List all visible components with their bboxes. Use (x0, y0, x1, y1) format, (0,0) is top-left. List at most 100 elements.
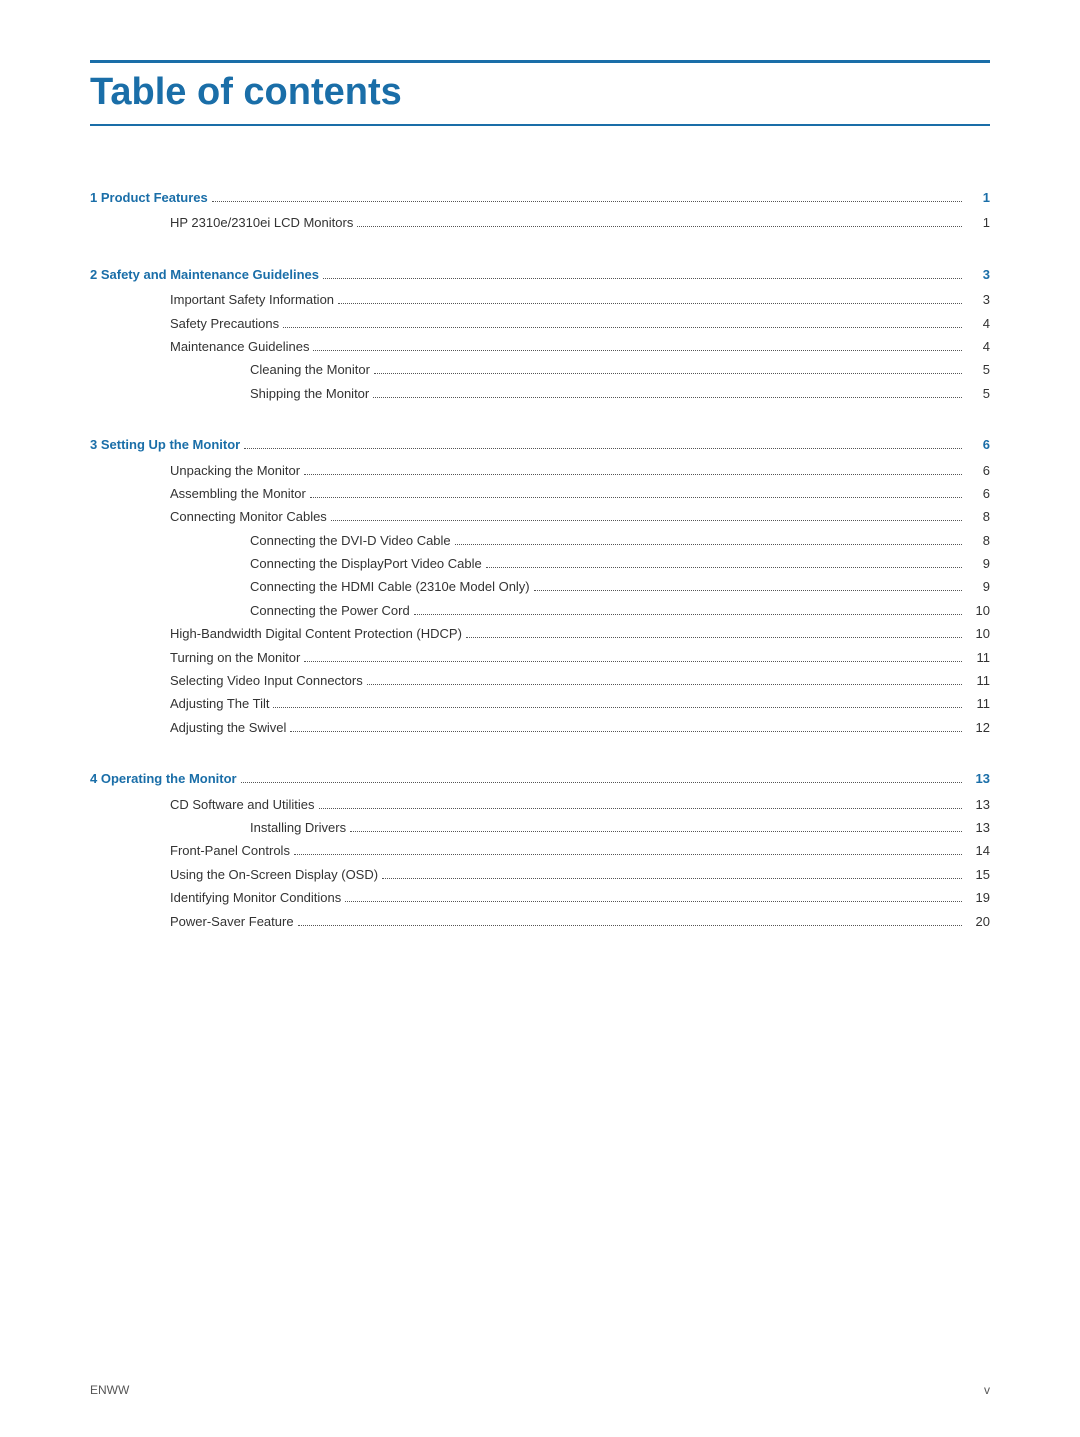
toc-entry[interactable]: Unpacking the Monitor6 (90, 459, 990, 482)
dot-leader (304, 474, 962, 475)
entry-page: 11 (966, 692, 990, 715)
entry-title: High-Bandwidth Digital Content Protectio… (170, 622, 462, 645)
entry-page: 6 (966, 433, 990, 456)
toc-entry[interactable]: Front-Panel Controls 14 (90, 839, 990, 862)
dot-leader (273, 707, 962, 708)
entry-title: 1 Product Features (90, 186, 208, 209)
entry-page: 9 (966, 552, 990, 575)
toc-container: 1 Product Features1HP 2310e/2310ei LCD M… (90, 186, 990, 933)
toc-chapter-section: 3 Setting Up the Monitor6Unpacking the M… (90, 433, 990, 739)
toc-entry[interactable]: Connecting Monitor Cables 8 (90, 505, 990, 528)
toc-entry[interactable]: 1 Product Features 1 (90, 186, 990, 209)
entry-page: 9 (966, 575, 990, 598)
entry-page: 12 (966, 716, 990, 739)
dot-leader (373, 397, 962, 398)
entry-title: Connecting the DisplayPort Video Cable (250, 552, 482, 575)
dot-leader (374, 373, 962, 374)
entry-title: Adjusting The Tilt (170, 692, 269, 715)
dot-leader (331, 520, 962, 521)
toc-entry[interactable]: Important Safety Information3 (90, 288, 990, 311)
entry-title: 3 Setting Up the Monitor (90, 433, 240, 456)
dot-leader (298, 925, 962, 926)
toc-entry[interactable]: Power-Saver Feature20 (90, 910, 990, 933)
footer-right: v (984, 1383, 990, 1397)
entry-page: 4 (966, 335, 990, 358)
toc-entry[interactable]: Selecting Video Input Connectors11 (90, 669, 990, 692)
dot-leader (290, 731, 962, 732)
dot-leader (455, 544, 962, 545)
entry-page: 11 (966, 646, 990, 669)
entry-page: 8 (966, 529, 990, 552)
toc-entry[interactable]: Connecting the HDMI Cable (2310e Model O… (90, 575, 990, 598)
toc-entry[interactable]: High-Bandwidth Digital Content Protectio… (90, 622, 990, 645)
toc-entry[interactable]: HP 2310e/2310ei LCD Monitors1 (90, 211, 990, 234)
toc-entry[interactable]: CD Software and Utilities13 (90, 793, 990, 816)
entry-title: Front-Panel Controls (170, 839, 290, 862)
toc-entry[interactable]: Adjusting The Tilt 11 (90, 692, 990, 715)
entry-page: 5 (966, 382, 990, 405)
entry-title: Adjusting the Swivel (170, 716, 286, 739)
top-border-line (90, 60, 990, 63)
toc-chapter-section: 4 Operating the Monitor13 CD Software and… (90, 767, 990, 933)
toc-entry[interactable]: Identifying Monitor Conditions 19 (90, 886, 990, 909)
page-container: Table of contents 1 Product Features1HP … (0, 0, 1080, 1041)
entry-page: 13 (966, 816, 990, 839)
dot-leader (294, 854, 962, 855)
entry-page: 10 (966, 622, 990, 645)
entry-title: Connecting the DVI-D Video Cable (250, 529, 451, 552)
footer: ENWW v (90, 1383, 990, 1397)
toc-entry[interactable]: Connecting the Power Cord 10 (90, 599, 990, 622)
entry-title: Connecting the HDMI Cable (2310e Model O… (250, 575, 530, 598)
entry-page: 10 (966, 599, 990, 622)
dot-leader (534, 590, 962, 591)
dot-leader (414, 614, 962, 615)
entry-title: Power-Saver Feature (170, 910, 294, 933)
toc-entry[interactable]: 4 Operating the Monitor13 (90, 767, 990, 790)
entry-page: 6 (966, 459, 990, 482)
toc-entry[interactable]: Installing Drivers 13 (90, 816, 990, 839)
entry-title: Assembling the Monitor (170, 482, 306, 505)
toc-entry[interactable]: Adjusting the Swivel 12 (90, 716, 990, 739)
dot-leader (382, 878, 962, 879)
dot-leader (466, 637, 962, 638)
dot-leader (313, 350, 962, 351)
entry-title: Connecting Monitor Cables (170, 505, 327, 528)
toc-entry[interactable]: Safety Precautions 4 (90, 312, 990, 335)
entry-page: 19 (966, 886, 990, 909)
toc-entry[interactable]: Connecting the DisplayPort Video Cable 9 (90, 552, 990, 575)
dot-leader (345, 901, 962, 902)
toc-entry[interactable]: Using the On-Screen Display (OSD)15 (90, 863, 990, 886)
dot-leader (283, 327, 962, 328)
toc-entry[interactable]: 3 Setting Up the Monitor 6 (90, 433, 990, 456)
entry-title: HP 2310e/2310ei LCD Monitors (170, 211, 353, 234)
entry-title: Connecting the Power Cord (250, 599, 410, 622)
entry-page: 1 (966, 186, 990, 209)
entry-title: Cleaning the Monitor (250, 358, 370, 381)
dot-leader (304, 661, 962, 662)
entry-title: Turning on the Monitor (170, 646, 300, 669)
page-title: Table of contents (90, 71, 990, 114)
entry-page: 5 (966, 358, 990, 381)
entry-page: 13 (966, 767, 990, 790)
entry-page: 11 (966, 669, 990, 692)
dot-leader (357, 226, 962, 227)
entry-title: 2 Safety and Maintenance Guidelines (90, 263, 319, 286)
entry-page: 8 (966, 505, 990, 528)
toc-entry[interactable]: Shipping the Monitor 5 (90, 382, 990, 405)
entry-page: 4 (966, 312, 990, 335)
toc-entry[interactable]: Turning on the Monitor 11 (90, 646, 990, 669)
toc-entry[interactable]: Cleaning the Monitor 5 (90, 358, 990, 381)
entry-title: Shipping the Monitor (250, 382, 369, 405)
entry-title: Identifying Monitor Conditions (170, 886, 341, 909)
toc-entry[interactable]: Connecting the DVI-D Video Cable 8 (90, 529, 990, 552)
dot-leader (323, 278, 962, 279)
entry-title: Safety Precautions (170, 312, 279, 335)
toc-entry[interactable]: 2 Safety and Maintenance Guidelines3 (90, 263, 990, 286)
entry-page: 15 (966, 863, 990, 886)
entry-page: 14 (966, 839, 990, 862)
toc-entry[interactable]: Assembling the Monitor6 (90, 482, 990, 505)
entry-title: Installing Drivers (250, 816, 346, 839)
toc-entry[interactable]: Maintenance Guidelines4 (90, 335, 990, 358)
entry-page: 13 (966, 793, 990, 816)
dot-leader (319, 808, 963, 809)
